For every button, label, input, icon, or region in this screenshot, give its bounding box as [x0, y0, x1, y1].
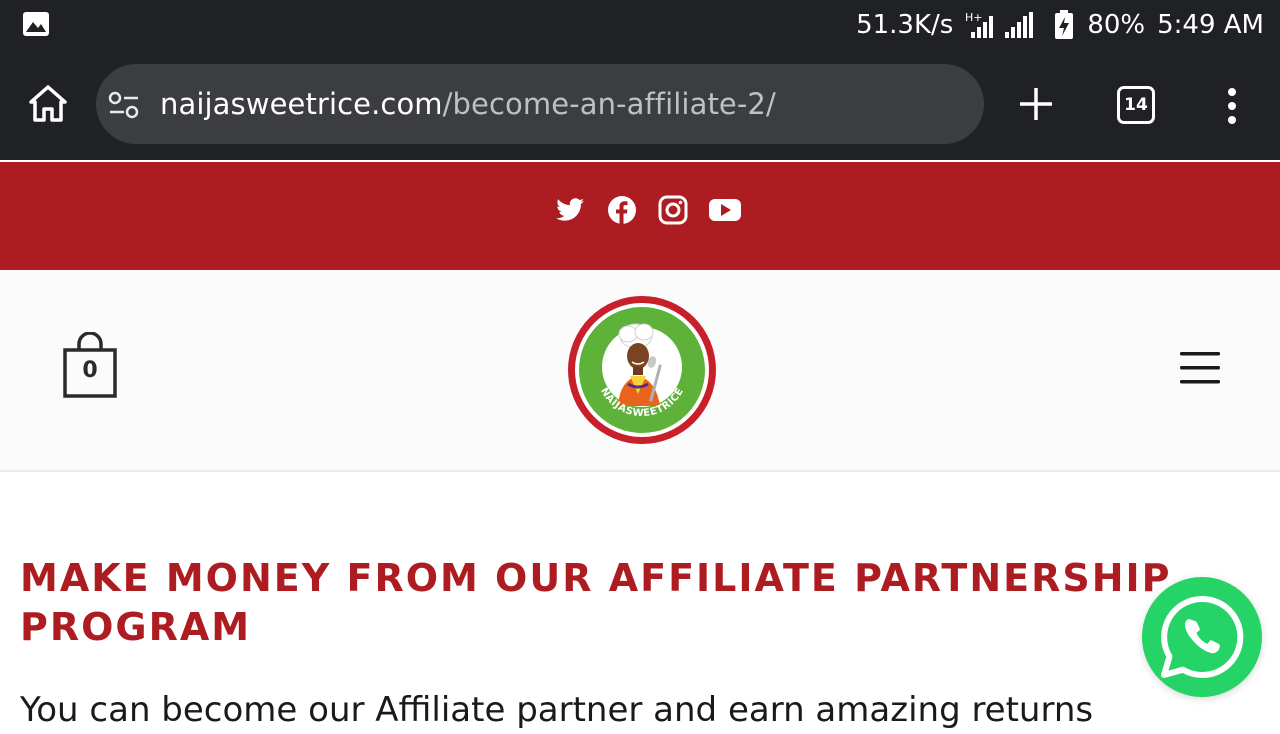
site-settings-icon[interactable]	[108, 90, 140, 120]
site-header: 0 NAIJASWEETRICE	[0, 270, 1280, 472]
status-indicators: 51.3K/s H+ 80% 5:49 AM	[856, 0, 1264, 50]
battery-level: 80%	[1087, 10, 1146, 40]
youtube-icon[interactable]	[708, 194, 742, 226]
hamburger-menu-icon[interactable]	[1178, 350, 1222, 386]
twitter-icon[interactable]	[554, 194, 586, 226]
page-heading: MAKE MONEY FROM OUR AFFILIATE PARTNERSHI…	[20, 556, 1172, 649]
whatsapp-icon	[1161, 595, 1244, 678]
address-bar[interactable]: naijasweetrice.com/become-an-affiliate-2…	[96, 64, 984, 144]
gallery-notification-icon	[23, 12, 49, 36]
social-links-bar	[0, 162, 1280, 270]
clock: 5:49 AM	[1157, 10, 1264, 40]
url-path: /become-an-affiliate-2/	[442, 87, 776, 121]
url-host: naijasweetrice.com	[160, 87, 443, 121]
home-icon[interactable]	[26, 82, 70, 126]
status-bar: 51.3K/s H+ 80% 5:49 AM	[0, 0, 1280, 50]
new-tab-icon[interactable]	[1016, 84, 1056, 124]
tab-switcher-button[interactable]: 14	[1117, 86, 1155, 124]
url-text[interactable]: naijasweetrice.com/become-an-affiliate-2…	[160, 64, 776, 144]
cart-count: 0	[82, 358, 98, 383]
signal-icon: H+	[965, 11, 1034, 38]
network-speed: 51.3K/s	[856, 10, 954, 40]
naijasweetrice-logo[interactable]: NAIJASWEETRICE	[566, 294, 718, 446]
network-type-label: H+	[965, 11, 983, 24]
facebook-icon[interactable]	[606, 194, 638, 226]
intro-paragraph: You can become our Affiliate partner and…	[20, 690, 1094, 730]
browser-toolbar: naijasweetrice.com/become-an-affiliate-2…	[0, 50, 1280, 160]
more-options-icon[interactable]	[1220, 86, 1244, 126]
cart-button[interactable]: 0	[62, 332, 118, 400]
instagram-icon[interactable]	[657, 194, 689, 226]
battery-charging-icon	[1055, 10, 1074, 39]
whatsapp-chat-button[interactable]	[1142, 577, 1262, 697]
